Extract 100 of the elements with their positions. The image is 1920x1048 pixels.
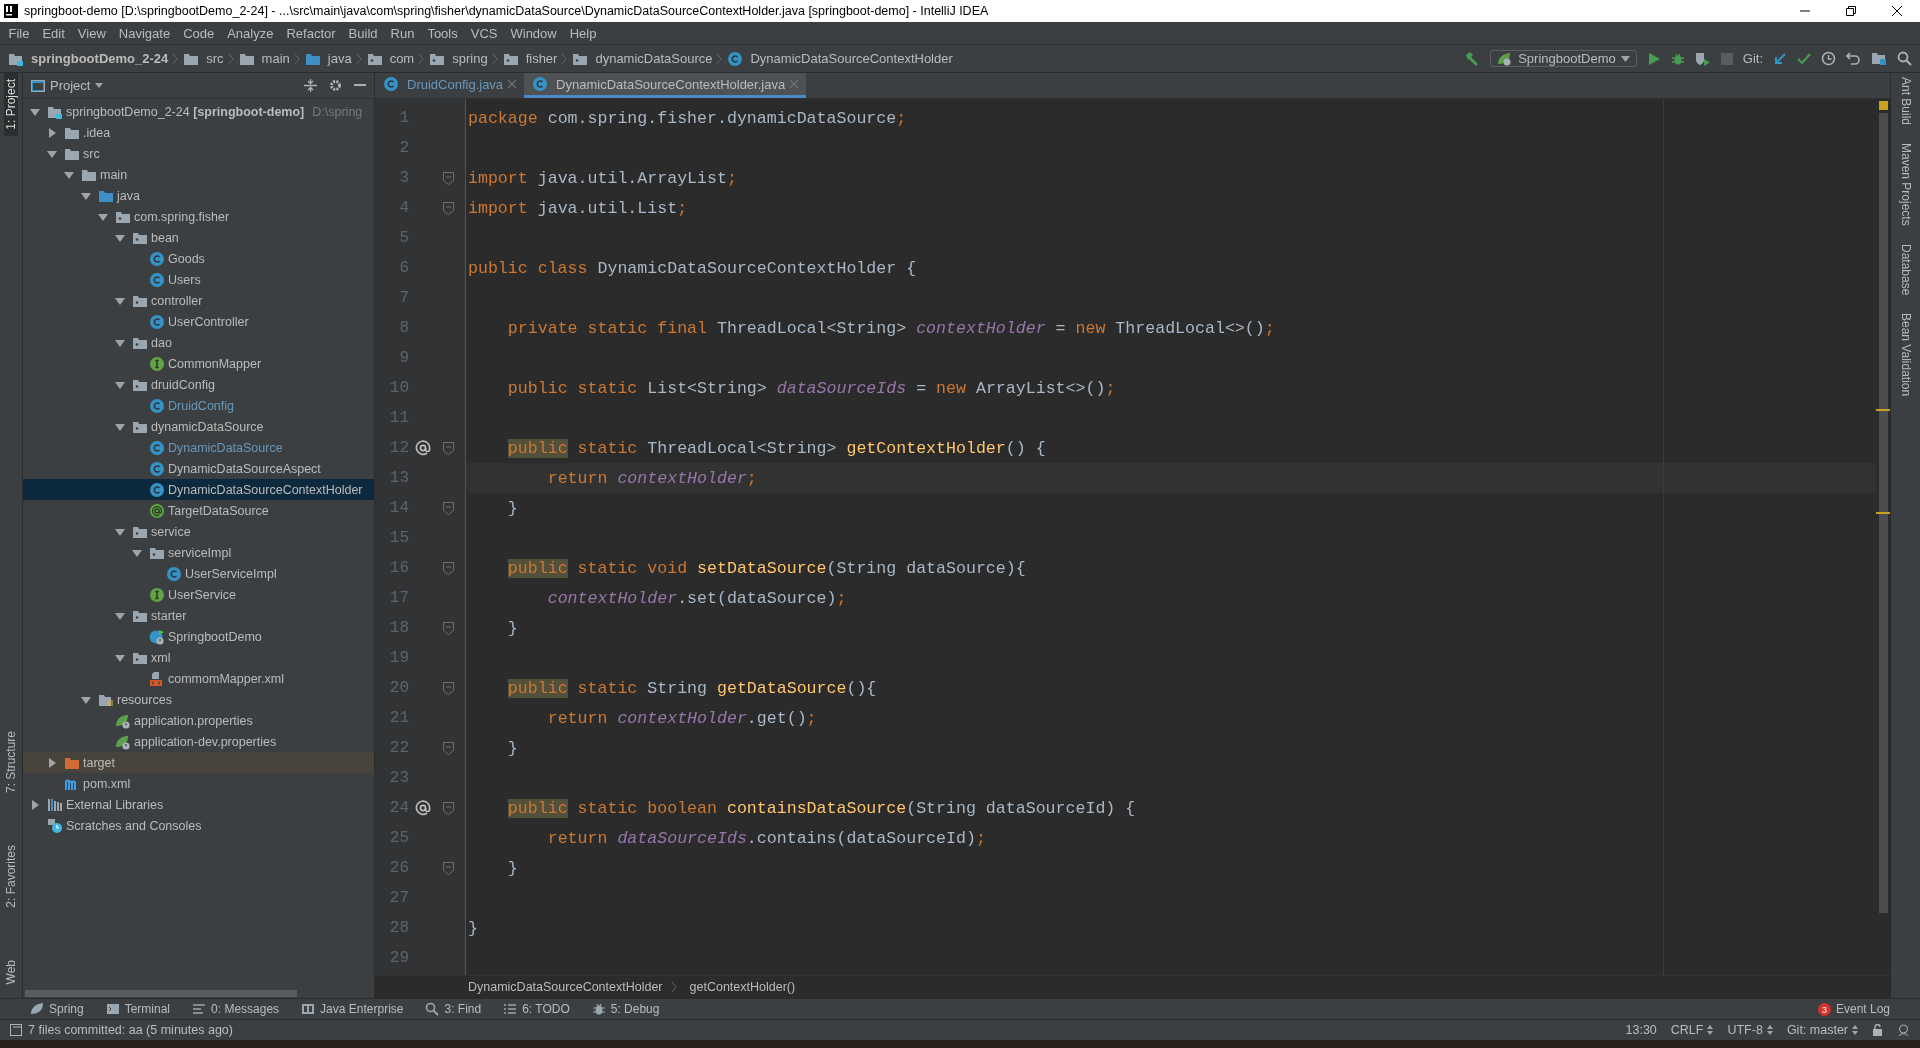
project-view-dropdown[interactable]: Project bbox=[31, 78, 104, 93]
tool-window-button[interactable]: 5: Debug bbox=[591, 1002, 660, 1016]
tree-item[interactable]: SpringbootDemo bbox=[23, 626, 374, 647]
tree-item[interactable]: DynamicDataSourceContextHolder bbox=[23, 479, 374, 500]
tool-window-button[interactable]: Bean Validation bbox=[1898, 313, 1913, 397]
tree-item[interactable]: main bbox=[23, 164, 374, 185]
tree-item[interactable]: Scratches and Consoles bbox=[23, 815, 374, 836]
fold-marker-icon[interactable] bbox=[442, 861, 454, 875]
breadcrumb[interactable]: spring bbox=[429, 50, 492, 67]
editor-tab[interactable]: DynamicDataSourceContextHolder.java bbox=[524, 73, 807, 98]
tree-item[interactable]: DruidConfig bbox=[23, 395, 374, 416]
undo-icon[interactable] bbox=[1846, 51, 1861, 66]
menu-item[interactable]: Run bbox=[384, 25, 421, 41]
tree-item[interactable]: CommonMapper bbox=[23, 353, 374, 374]
fold-marker-icon[interactable] bbox=[442, 441, 454, 455]
collapsed-arrow-icon[interactable] bbox=[46, 126, 58, 139]
tree-item[interactable]: application.properties bbox=[23, 710, 374, 731]
tool-window-button[interactable]: Java Enterprise bbox=[301, 1002, 404, 1016]
tree-item[interactable]: application-dev.properties bbox=[23, 731, 374, 752]
search-icon[interactable] bbox=[1897, 51, 1912, 66]
warning-marker[interactable] bbox=[1879, 101, 1888, 110]
scrollbar-thumb[interactable] bbox=[25, 989, 297, 997]
caret-position[interactable]: 13:30 bbox=[1625, 1023, 1657, 1037]
inspector-icon[interactable] bbox=[1897, 1023, 1910, 1037]
collapse-all-icon[interactable] bbox=[304, 79, 317, 92]
arrow-icon[interactable] bbox=[1773, 51, 1787, 66]
clock-icon[interactable] bbox=[1821, 51, 1836, 66]
menu-item[interactable]: Edit bbox=[35, 25, 72, 41]
coverage-icon[interactable] bbox=[1694, 51, 1711, 66]
encoding-selector[interactable]: UTF-8 bbox=[1727, 1023, 1773, 1037]
bug-icon[interactable] bbox=[1670, 51, 1685, 66]
tree-item[interactable]: druidConfig bbox=[23, 374, 374, 395]
tree-item[interactable]: External Libraries bbox=[23, 794, 374, 815]
tree-item[interactable]: UserServiceImpl bbox=[23, 563, 374, 584]
tree-item[interactable]: java bbox=[23, 185, 374, 206]
tree-item[interactable]: Goods bbox=[23, 248, 374, 269]
settings-icon[interactable] bbox=[329, 79, 342, 92]
tree-item[interactable]: DynamicDataSourceAspect bbox=[23, 458, 374, 479]
run-configuration-dropdown[interactable]: SpringbootDemo bbox=[1490, 50, 1637, 67]
tree-item[interactable]: .idea bbox=[23, 122, 374, 143]
tool-window-button[interactable]: Database bbox=[1898, 243, 1913, 296]
breadcrumb[interactable]: src bbox=[183, 50, 228, 67]
tree-item[interactable]: UserController bbox=[23, 311, 374, 332]
lock-icon[interactable] bbox=[1872, 1024, 1883, 1036]
menu-item[interactable]: Navigate bbox=[112, 25, 177, 41]
tool-window-button[interactable]: 6: TODO bbox=[503, 1002, 570, 1016]
tree-item[interactable]: DynamicDataSource bbox=[23, 437, 374, 458]
tool-window-button[interactable]: Ant Build bbox=[1898, 77, 1913, 126]
menu-item[interactable]: File bbox=[2, 25, 36, 41]
tree-item[interactable]: commomMapper.xml bbox=[23, 668, 374, 689]
breadcrumb[interactable]: java bbox=[304, 50, 356, 67]
panel-toggle-icon[interactable] bbox=[10, 1024, 22, 1036]
branch-selector[interactable]: Git: master bbox=[1786, 1023, 1858, 1037]
breadcrumb[interactable]: dynamicDataSource bbox=[572, 50, 717, 67]
tool-window-button[interactable]: 0: Messages bbox=[192, 1002, 280, 1016]
project-structure-icon[interactable] bbox=[1871, 51, 1887, 66]
tree-item[interactable]: dao bbox=[23, 332, 374, 353]
tool-window-button[interactable]: Spring bbox=[30, 1002, 84, 1016]
editor-tab[interactable]: DruidConfig.java bbox=[375, 73, 525, 98]
code-breadcrumb[interactable]: getContextHolder() bbox=[689, 980, 796, 994]
tree-item[interactable]: springbootDemo_2-24 [springboot-demo] D:\spring bbox=[23, 101, 374, 122]
tool-window-button[interactable]: 1: Project bbox=[4, 73, 18, 136]
fold-marker-icon[interactable] bbox=[442, 801, 454, 815]
at-sign-icon[interactable] bbox=[415, 440, 431, 456]
tree-item[interactable]: xml bbox=[23, 647, 374, 668]
breadcrumb[interactable]: fisher bbox=[502, 50, 562, 67]
tree-item[interactable]: src bbox=[23, 143, 374, 164]
tree-item[interactable]: dynamicDataSource bbox=[23, 416, 374, 437]
menu-item[interactable]: Window bbox=[503, 25, 564, 41]
breadcrumb[interactable]: com bbox=[366, 50, 419, 67]
tree-item[interactable]: service bbox=[23, 521, 374, 542]
tree-item[interactable]: resources bbox=[23, 689, 374, 710]
code-breadcrumb[interactable]: DynamicDataSourceContextHolder bbox=[468, 980, 663, 994]
tool-window-button[interactable]: Terminal bbox=[105, 1002, 171, 1016]
tree-item[interactable]: bean bbox=[23, 227, 374, 248]
at-sign-icon[interactable] bbox=[415, 800, 431, 816]
fold-marker-icon[interactable] bbox=[442, 621, 454, 635]
tree-item[interactable]: TargetDataSource bbox=[23, 500, 374, 521]
collapsed-arrow-icon[interactable] bbox=[46, 756, 58, 769]
breadcrumb[interactable]: DynamicDataSourceContextHolder bbox=[727, 50, 957, 67]
fold-marker-icon[interactable] bbox=[442, 561, 454, 575]
fold-marker-icon[interactable] bbox=[442, 501, 454, 515]
menu-item[interactable]: Refactor bbox=[279, 25, 343, 41]
menu-item[interactable]: Build bbox=[342, 25, 384, 41]
fold-marker-icon[interactable] bbox=[442, 171, 454, 185]
event-log-button[interactable]: 3 Event Log bbox=[1817, 1002, 1890, 1016]
tree-item[interactable]: com.spring.fisher bbox=[23, 206, 374, 227]
menu-item[interactable]: Analyze bbox=[220, 25, 280, 41]
menu-item[interactable]: Code bbox=[176, 25, 221, 41]
tool-window-button[interactable]: 3: Find bbox=[425, 1002, 482, 1016]
tool-window-button[interactable]: 2: Favorites bbox=[4, 838, 18, 914]
tool-window-button[interactable]: 7: Structure bbox=[4, 724, 18, 799]
line-separator-selector[interactable]: CRLF bbox=[1670, 1023, 1714, 1037]
fold-marker-icon[interactable] bbox=[442, 681, 454, 695]
collapsed-arrow-icon[interactable] bbox=[29, 798, 41, 811]
fold-marker-icon[interactable] bbox=[442, 201, 454, 215]
menu-item[interactable]: View bbox=[71, 25, 113, 41]
tree-item[interactable]: Users bbox=[23, 269, 374, 290]
menu-item[interactable]: Help bbox=[563, 25, 603, 41]
hammer-icon[interactable] bbox=[1464, 50, 1481, 67]
